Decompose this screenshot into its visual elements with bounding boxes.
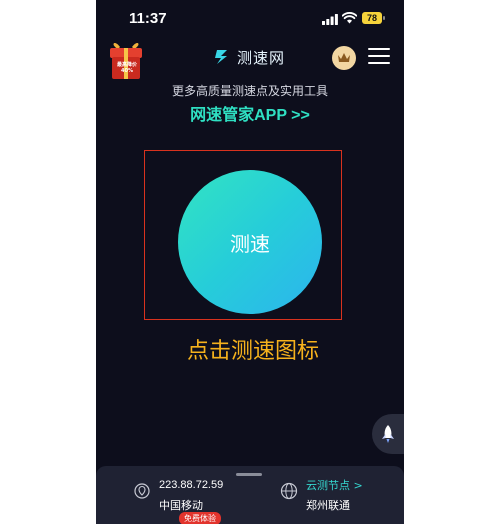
drag-handle[interactable] bbox=[236, 473, 262, 476]
logo: 测速网 bbox=[213, 46, 285, 68]
menu-icon[interactable] bbox=[368, 48, 390, 66]
ip-address: 223.88.72.59 bbox=[159, 479, 224, 491]
speed-test-button[interactable]: 测速 bbox=[178, 170, 322, 314]
wifi-icon bbox=[342, 12, 357, 24]
gift-icon[interactable] bbox=[108, 39, 144, 81]
signal-icon bbox=[322, 14, 338, 25]
logo-icon bbox=[215, 50, 227, 64]
location-pin-icon bbox=[134, 483, 150, 499]
isp-name: 中国移动 bbox=[159, 499, 203, 512]
globe-icon bbox=[280, 482, 298, 500]
phone-screen: 11:37 78 最高降价 40% 测速网 更多高质量测速点及实用工具 网速管家… bbox=[96, 0, 404, 524]
logo-text: 测速网 bbox=[237, 48, 286, 67]
status-time: 11:37 bbox=[129, 10, 167, 27]
battery-icon: 78 bbox=[362, 12, 385, 24]
cloud-node-value: 郑州联通 bbox=[306, 499, 350, 512]
speed-test-button-label: 测速 bbox=[230, 231, 270, 256]
bottom-info-panel: 223.88.72.59 中国移动 免费体验 云测节点 > 郑州联通 bbox=[96, 466, 404, 524]
rocket-icon bbox=[382, 425, 394, 443]
promo-subtitle: 更多高质量测速点及实用工具 bbox=[171, 84, 328, 98]
crown-icon bbox=[338, 53, 350, 62]
app-promo-link[interactable]: 网速管家APP >> bbox=[96, 101, 404, 125]
free-trial-badge[interactable]: 免费体验 bbox=[179, 512, 221, 524]
status-bar: 11:37 78 bbox=[96, 0, 404, 38]
rocket-button[interactable] bbox=[372, 414, 404, 454]
instruction-text: 点击测速图标 bbox=[186, 339, 319, 364]
vip-crown-button[interactable] bbox=[332, 46, 356, 70]
cloud-node-link[interactable]: 云测节点 > bbox=[306, 477, 363, 493]
gift-badge-text: 最高降价 40% bbox=[116, 62, 137, 74]
